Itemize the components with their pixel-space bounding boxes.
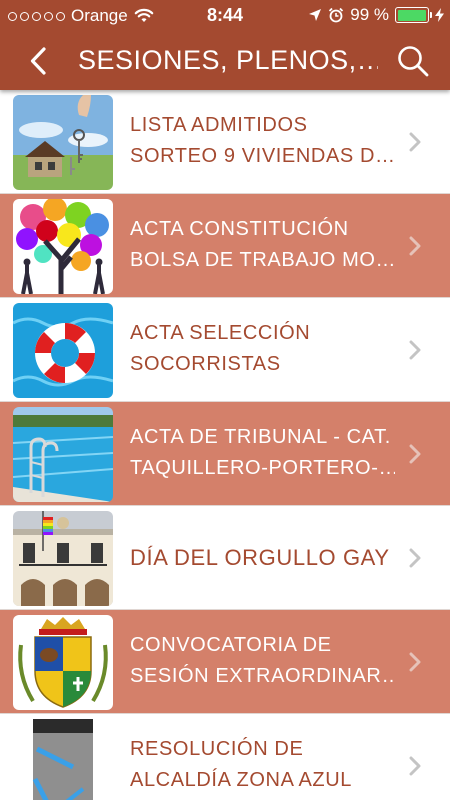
list-item-zona-azul[interactable]: RESOLUCIÓN DE ALCALDÍA ZONA AZUL [0, 714, 450, 800]
thumbnail-house-keys [13, 95, 113, 190]
list-item-title: CONVOCATORIA DE SESIÓN EXTRAORDINAR… [130, 634, 395, 687]
chevron-right-icon [409, 132, 421, 152]
page-title: SESIONES, PLENOS,… [78, 45, 378, 75]
thumbnail-swimming-pool [13, 407, 113, 502]
list-item-title: ACTA DE TRIBUNAL - CAT. TAQUILLERO-PORTE… [130, 426, 395, 479]
thumbnail-town-hall [13, 511, 113, 606]
chevron-right-icon [409, 236, 421, 256]
battery-icon [395, 7, 432, 23]
thumbnail-lifebuoy [13, 303, 113, 398]
list-item-socorristas[interactable]: ACTA SELECCIÓN SOCORRISTAS [0, 298, 450, 402]
alarm-clock-icon [329, 7, 344, 23]
document-list: LISTA ADMITIDOS SORTEO 9 VIVIENDAS D… AC… [0, 90, 450, 800]
list-item-title: LISTA ADMITIDOS SORTEO 9 VIVIENDAS D… [130, 114, 395, 167]
charging-bolt-icon [435, 8, 444, 22]
list-item-title: RESOLUCIÓN DE ALCALDÍA ZONA AZUL [130, 738, 352, 791]
chevron-right-icon [409, 340, 421, 360]
status-bar: Orange 8:44 99 % [0, 0, 450, 32]
chevron-right-icon [409, 548, 421, 568]
navigation-bar: SESIONES, PLENOS,… [0, 32, 450, 90]
chevron-right-icon [409, 756, 421, 776]
list-item-bolsa-trabajo[interactable]: ACTA CONSTITUCIÓN BOLSA DE TRABAJO MO… [0, 194, 450, 298]
list-item-title: DÍA DEL ORGULLO GAY [130, 545, 390, 570]
battery-percent: 99 % [350, 5, 389, 24]
app-header: Orange 8:44 99 % SESIONES, PLENOS,… [0, 0, 450, 90]
list-item-viviendas[interactable]: LISTA ADMITIDOS SORTEO 9 VIVIENDAS D… [0, 90, 450, 194]
chevron-left-icon [30, 47, 46, 75]
search-icon [398, 46, 429, 77]
thumbnail-coat-of-arms [13, 615, 113, 710]
thumbnail-colorful-tree [13, 199, 113, 294]
list-item-orgullo[interactable]: DÍA DEL ORGULLO GAY [0, 506, 450, 610]
chevron-right-icon [409, 652, 421, 672]
thumbnail-blue-zone-parking [13, 719, 113, 800]
status-right: 99 % [308, 5, 444, 25]
list-item-title: ACTA CONSTITUCIÓN BOLSA DE TRABAJO MO… [130, 218, 395, 271]
battery-level [397, 9, 427, 21]
back-button[interactable] [18, 42, 58, 80]
search-button[interactable] [392, 40, 434, 82]
list-item-title: ACTA SELECCIÓN SOCORRISTAS [130, 322, 311, 375]
location-arrow-icon [309, 9, 322, 21]
list-item-tribunal[interactable]: ACTA DE TRIBUNAL - CAT. TAQUILLERO-PORTE… [0, 402, 450, 506]
list-item-convocatoria[interactable]: CONVOCATORIA DE SESIÓN EXTRAORDINAR… [0, 610, 450, 714]
chevron-right-icon [409, 444, 421, 464]
